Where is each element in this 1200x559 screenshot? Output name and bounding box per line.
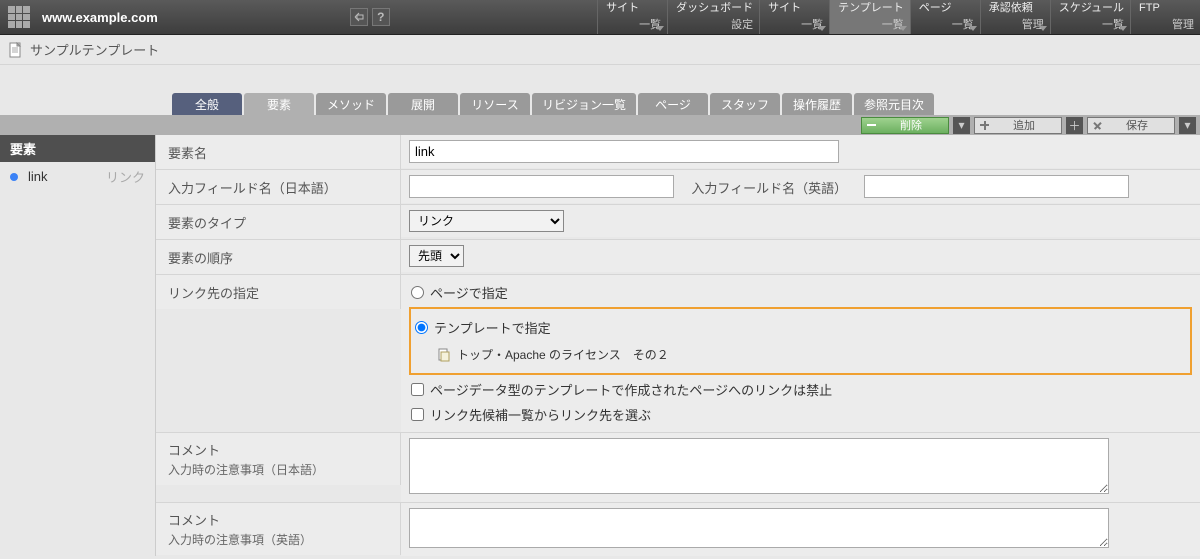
chevron-down-icon: [1119, 26, 1127, 31]
dot-icon: [10, 173, 18, 181]
toolbar-refresh-icon[interactable]: [350, 8, 368, 26]
row-field-names: 入力フィールド名（日本語） 入力フィールド名（英語）: [156, 170, 1200, 205]
sidebar: 要素 link リンク: [0, 135, 155, 556]
plus-icon: [979, 120, 990, 131]
radio-by-page[interactable]: [411, 286, 424, 299]
nav-site-admin[interactable]: サイト一覧: [759, 0, 829, 34]
label-field-jp: 入力フィールド名（日本語）: [156, 170, 401, 204]
check-line-from-candidates: リンク先候補一覧からリンク先を選ぶ: [409, 402, 1192, 427]
chevron-down-icon: [818, 26, 826, 31]
row-element-type: 要素のタイプ リンク: [156, 205, 1200, 240]
chevron-down-icon: [969, 26, 977, 31]
element-name-input[interactable]: [409, 140, 839, 163]
row-element-order: 要素の順序 先頭: [156, 240, 1200, 275]
tab-resource[interactable]: リソース: [460, 93, 530, 115]
tab-element[interactable]: 要素: [244, 93, 314, 115]
element-order-select[interactable]: 先頭: [409, 245, 464, 267]
chevron-down-icon: [656, 26, 664, 31]
sidebar-item-type: リンク: [106, 167, 145, 186]
tab-history[interactable]: 操作履歴: [782, 93, 852, 115]
field-en-input[interactable]: [864, 175, 1129, 198]
delete-button[interactable]: 削除: [861, 117, 949, 134]
tab-method[interactable]: メソッド: [316, 93, 386, 115]
comment-jp-textarea[interactable]: [409, 438, 1109, 494]
save-button[interactable]: 保存: [1087, 117, 1175, 134]
highlight-box: テンプレートで指定 トップ・Apache のライセンス その２: [409, 307, 1192, 375]
label-element-name: 要素名: [156, 135, 401, 169]
tab-page[interactable]: ページ: [638, 93, 708, 115]
element-type-select[interactable]: リンク: [409, 210, 564, 232]
minus-icon: [866, 120, 877, 131]
template-icon: [8, 42, 24, 58]
save-menu-icon[interactable]: ▾: [1179, 117, 1196, 134]
comment-en-textarea[interactable]: [409, 508, 1109, 548]
tab-staff[interactable]: スタッフ: [710, 93, 780, 115]
label-field-en: 入力フィールド名（英語）: [691, 178, 847, 197]
app-logo-icon[interactable]: [8, 6, 30, 28]
content: 要素名 入力フィールド名（日本語） 入力フィールド名（英語） 要素のタイプ リン…: [155, 135, 1200, 556]
topbar: www.example.com ? サイト一覧 ダッシュボード設定 サイト一覧 …: [0, 0, 1200, 35]
topbar-left: www.example.com: [0, 0, 170, 34]
tab-general[interactable]: 全般: [172, 93, 242, 115]
radio-line-template: テンプレートで指定: [413, 315, 1180, 340]
chevron-down-icon: [1039, 26, 1047, 31]
template-link-name: トップ・Apache のライセンス その２: [457, 346, 669, 363]
tab-ref-toc[interactable]: 参照元目次: [854, 93, 934, 115]
nav-schedule[interactable]: スケジュール一覧: [1050, 0, 1130, 34]
radio-by-page-label: ページで指定: [430, 283, 508, 302]
main: 要素 link リンク 要素名 入力フィールド名（日本語） 入力フィールド名（英…: [0, 135, 1200, 556]
nav-ftp[interactable]: FTP管理: [1130, 0, 1200, 34]
row-comment-en: コメント 入力時の注意事項（英語）: [156, 503, 1200, 556]
nav-dashboard[interactable]: ダッシュボード設定: [667, 0, 759, 34]
page-title: サンプルテンプレート: [30, 40, 159, 59]
breadcrumb: サンプルテンプレート: [0, 35, 1200, 65]
toolbar-help-icon[interactable]: ?: [372, 8, 390, 26]
row-element-name: 要素名: [156, 135, 1200, 170]
template-link-target[interactable]: トップ・Apache のライセンス その２: [437, 346, 1180, 363]
label-element-type: 要素のタイプ: [156, 205, 401, 239]
save-icon: [1090, 117, 1106, 133]
add-extra-icon[interactable]: ＋: [1066, 117, 1083, 134]
add-button[interactable]: 追加: [974, 117, 1062, 134]
checkbox-from-candidates-label: リンク先候補一覧からリンク先を選ぶ: [430, 405, 651, 424]
sidebar-item-name: link: [28, 169, 48, 184]
nav-page[interactable]: ページ一覧: [910, 0, 980, 34]
domain-label: www.example.com: [38, 10, 162, 25]
radio-by-template-label: テンプレートで指定: [434, 318, 551, 337]
checkbox-deny-pagedata[interactable]: [411, 383, 424, 396]
tab-row: 全般 要素 メソッド 展開 リソース リビジョン一覧 ページ スタッフ 操作履歴…: [0, 93, 1200, 115]
action-bar: 削除 ▾ 追加 ＋ 保存 ▾: [0, 115, 1200, 135]
topbar-tools: ?: [170, 0, 597, 34]
row-link-target: リンク先の指定 ページで指定 テンプレートで指定 トップ・Apache のライセ…: [156, 275, 1200, 433]
checkbox-deny-pagedata-label: ページデータ型のテンプレートで作成されたページへのリンクは禁止: [430, 380, 832, 399]
tab-expand[interactable]: 展開: [388, 93, 458, 115]
checkbox-from-candidates[interactable]: [411, 408, 424, 421]
sidebar-heading: 要素: [0, 135, 155, 162]
label-comment-en: コメント 入力時の注意事項（英語）: [156, 503, 401, 555]
radio-by-template[interactable]: [415, 321, 428, 334]
row-comment-jp: コメント 入力時の注意事項（日本語）: [156, 433, 1200, 503]
field-jp-input[interactable]: [409, 175, 674, 198]
topbar-menus: サイト一覧 ダッシュボード設定 サイト一覧 テンプレート一覧 ページ一覧 承認依…: [597, 0, 1200, 34]
nav-approval[interactable]: 承認依頼管理: [980, 0, 1050, 34]
label-link-target: リンク先の指定: [156, 275, 401, 309]
label-element-order: 要素の順序: [156, 240, 401, 274]
nav-site-list[interactable]: サイト一覧: [597, 0, 667, 34]
delete-menu-icon[interactable]: ▾: [953, 117, 970, 134]
nav-template[interactable]: テンプレート一覧: [829, 0, 910, 34]
sidebar-item-link[interactable]: link リンク: [0, 162, 155, 191]
check-line-deny-pagedata: ページデータ型のテンプレートで作成されたページへのリンクは禁止: [409, 377, 1192, 402]
chevron-down-icon: [899, 26, 907, 31]
radio-line-page: ページで指定: [409, 280, 1192, 305]
tab-revision[interactable]: リビジョン一覧: [532, 93, 636, 115]
label-comment-jp: コメント 入力時の注意事項（日本語）: [156, 433, 401, 485]
page-link-icon: [437, 348, 451, 362]
